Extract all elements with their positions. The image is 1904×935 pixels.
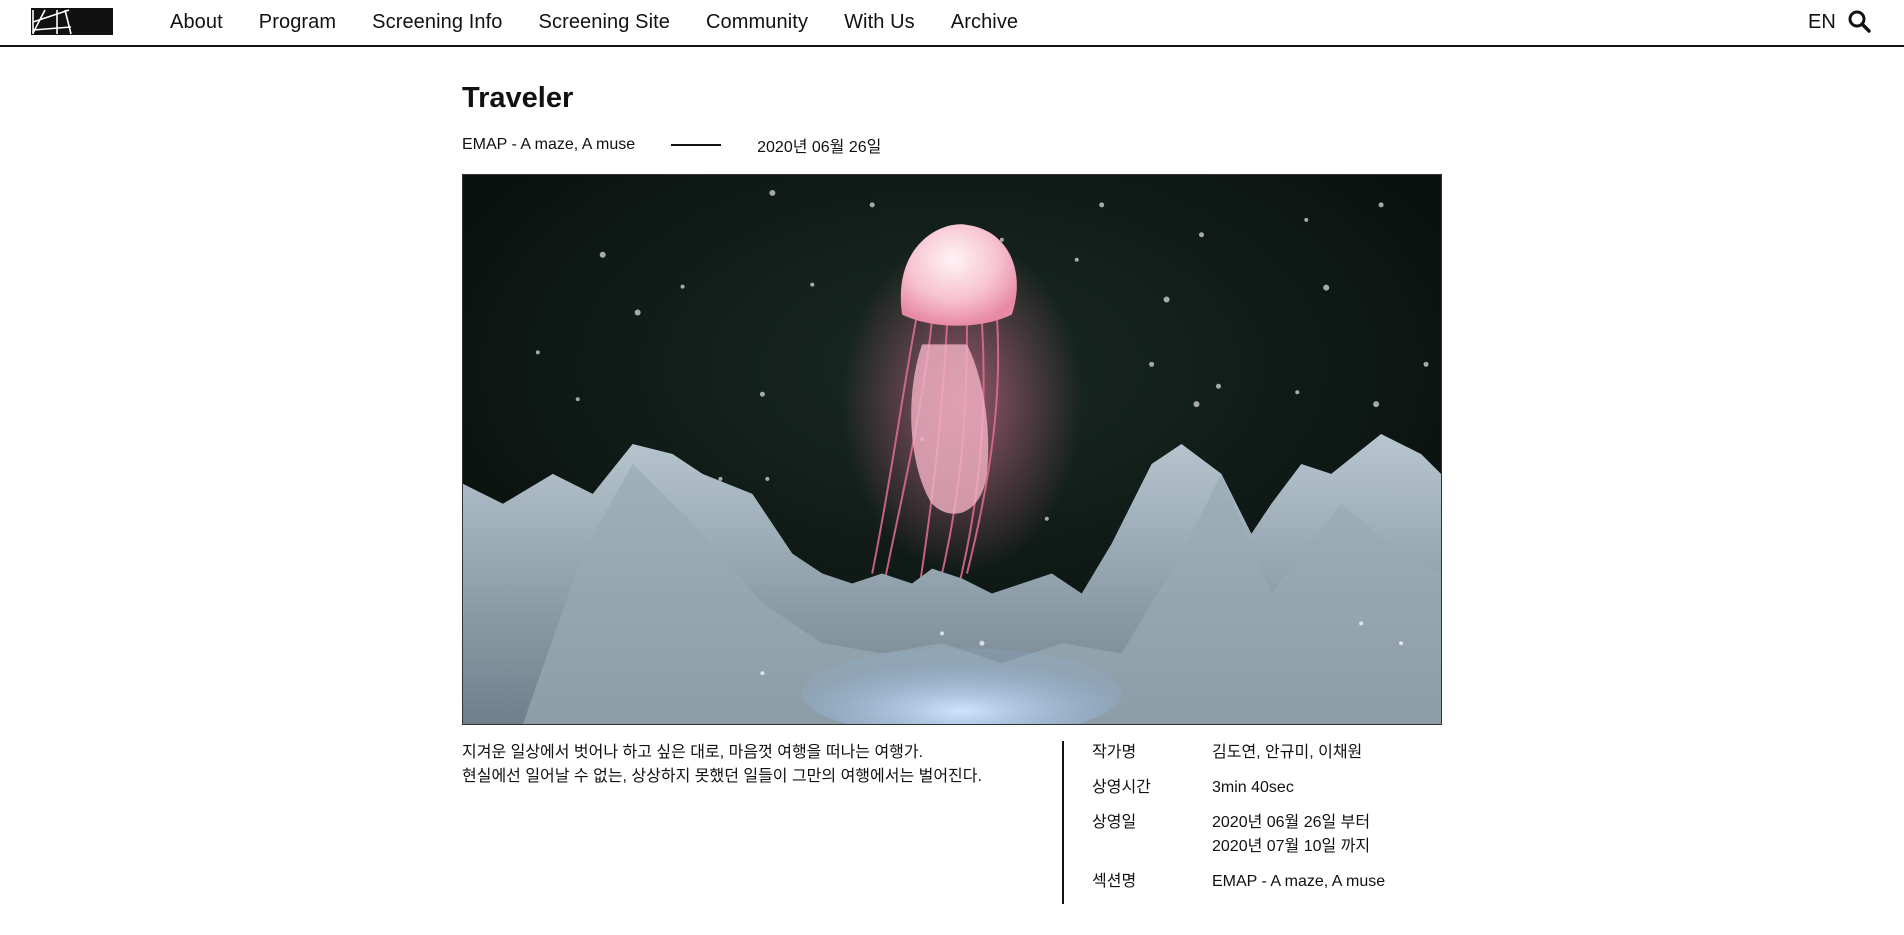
work-still-image <box>462 174 1442 725</box>
work-info-list: 작가명 김도연, 안규미, 이채원 상영시간 3min 40sec 상영일 20… <box>1092 741 1385 905</box>
screening-to: 2020년 07월 10일 까지 <box>1212 838 1371 855</box>
artist-label: 작가명 <box>1092 744 1137 761</box>
nav-screening-info[interactable]: Screening Info <box>372 11 502 34</box>
post-date: 2020년 06월 26일 <box>757 139 882 156</box>
work-meta: EMAP - A maze, A muse 2020년 06월 26일 <box>462 135 882 156</box>
description-line-1: 지겨운 일상에서 벗어나 하고 싶은 대로, 마음껏 여행을 떠나는 여행가. <box>462 744 924 761</box>
meta-divider <box>671 144 722 146</box>
work-title: Traveler <box>462 82 574 114</box>
search-icon[interactable] <box>1847 9 1871 33</box>
nav-community[interactable]: Community <box>706 11 808 34</box>
artist-value: 김도연, 안규미, 이채원 <box>1212 744 1363 761</box>
info-row-artist: 작가명 김도연, 안규미, 이채원 <box>1092 741 1385 765</box>
section-name: EMAP - A maze, A muse <box>462 136 636 153</box>
main-nav: About Program Screening Info Screening S… <box>170 0 1054 45</box>
nav-program[interactable]: Program <box>259 11 336 34</box>
site-header: About Program Screening Info Screening S… <box>0 0 1904 47</box>
screening-from: 2020년 06월 26일 부터 <box>1212 814 1371 831</box>
info-divider <box>1062 741 1064 904</box>
screening-value: 2020년 06월 26일 부터 2020년 07월 10일 까지 <box>1212 811 1370 859</box>
nav-archive[interactable]: Archive <box>951 11 1018 34</box>
screening-label: 상영일 <box>1092 814 1137 831</box>
nav-about[interactable]: About <box>170 11 223 34</box>
info-row-runtime: 상영시간 3min 40sec <box>1092 776 1385 800</box>
description-line-2: 현실에선 일어날 수 없는, 상상하지 못했던 일들이 그만의 여행에서는 벌어… <box>462 768 982 785</box>
nav-screening-site[interactable]: Screening Site <box>539 11 670 34</box>
site-logo[interactable] <box>31 8 113 35</box>
runtime-value: 3min 40sec <box>1212 779 1294 796</box>
nav-with-us[interactable]: With Us <box>844 11 915 34</box>
work-description: 지겨운 일상에서 벗어나 하고 싶은 대로, 마음껏 여행을 떠나는 여행가. … <box>462 741 1022 789</box>
section-value: EMAP - A maze, A muse <box>1212 873 1386 890</box>
runtime-label: 상영시간 <box>1092 779 1151 796</box>
info-row-screening-dates: 상영일 2020년 06월 26일 부터 2020년 07월 10일 까지 <box>1092 811 1385 859</box>
info-row-section: 섹션명 EMAP - A maze, A muse <box>1092 870 1385 894</box>
language-toggle[interactable]: EN <box>1808 11 1836 34</box>
section-label: 섹션명 <box>1092 873 1137 890</box>
